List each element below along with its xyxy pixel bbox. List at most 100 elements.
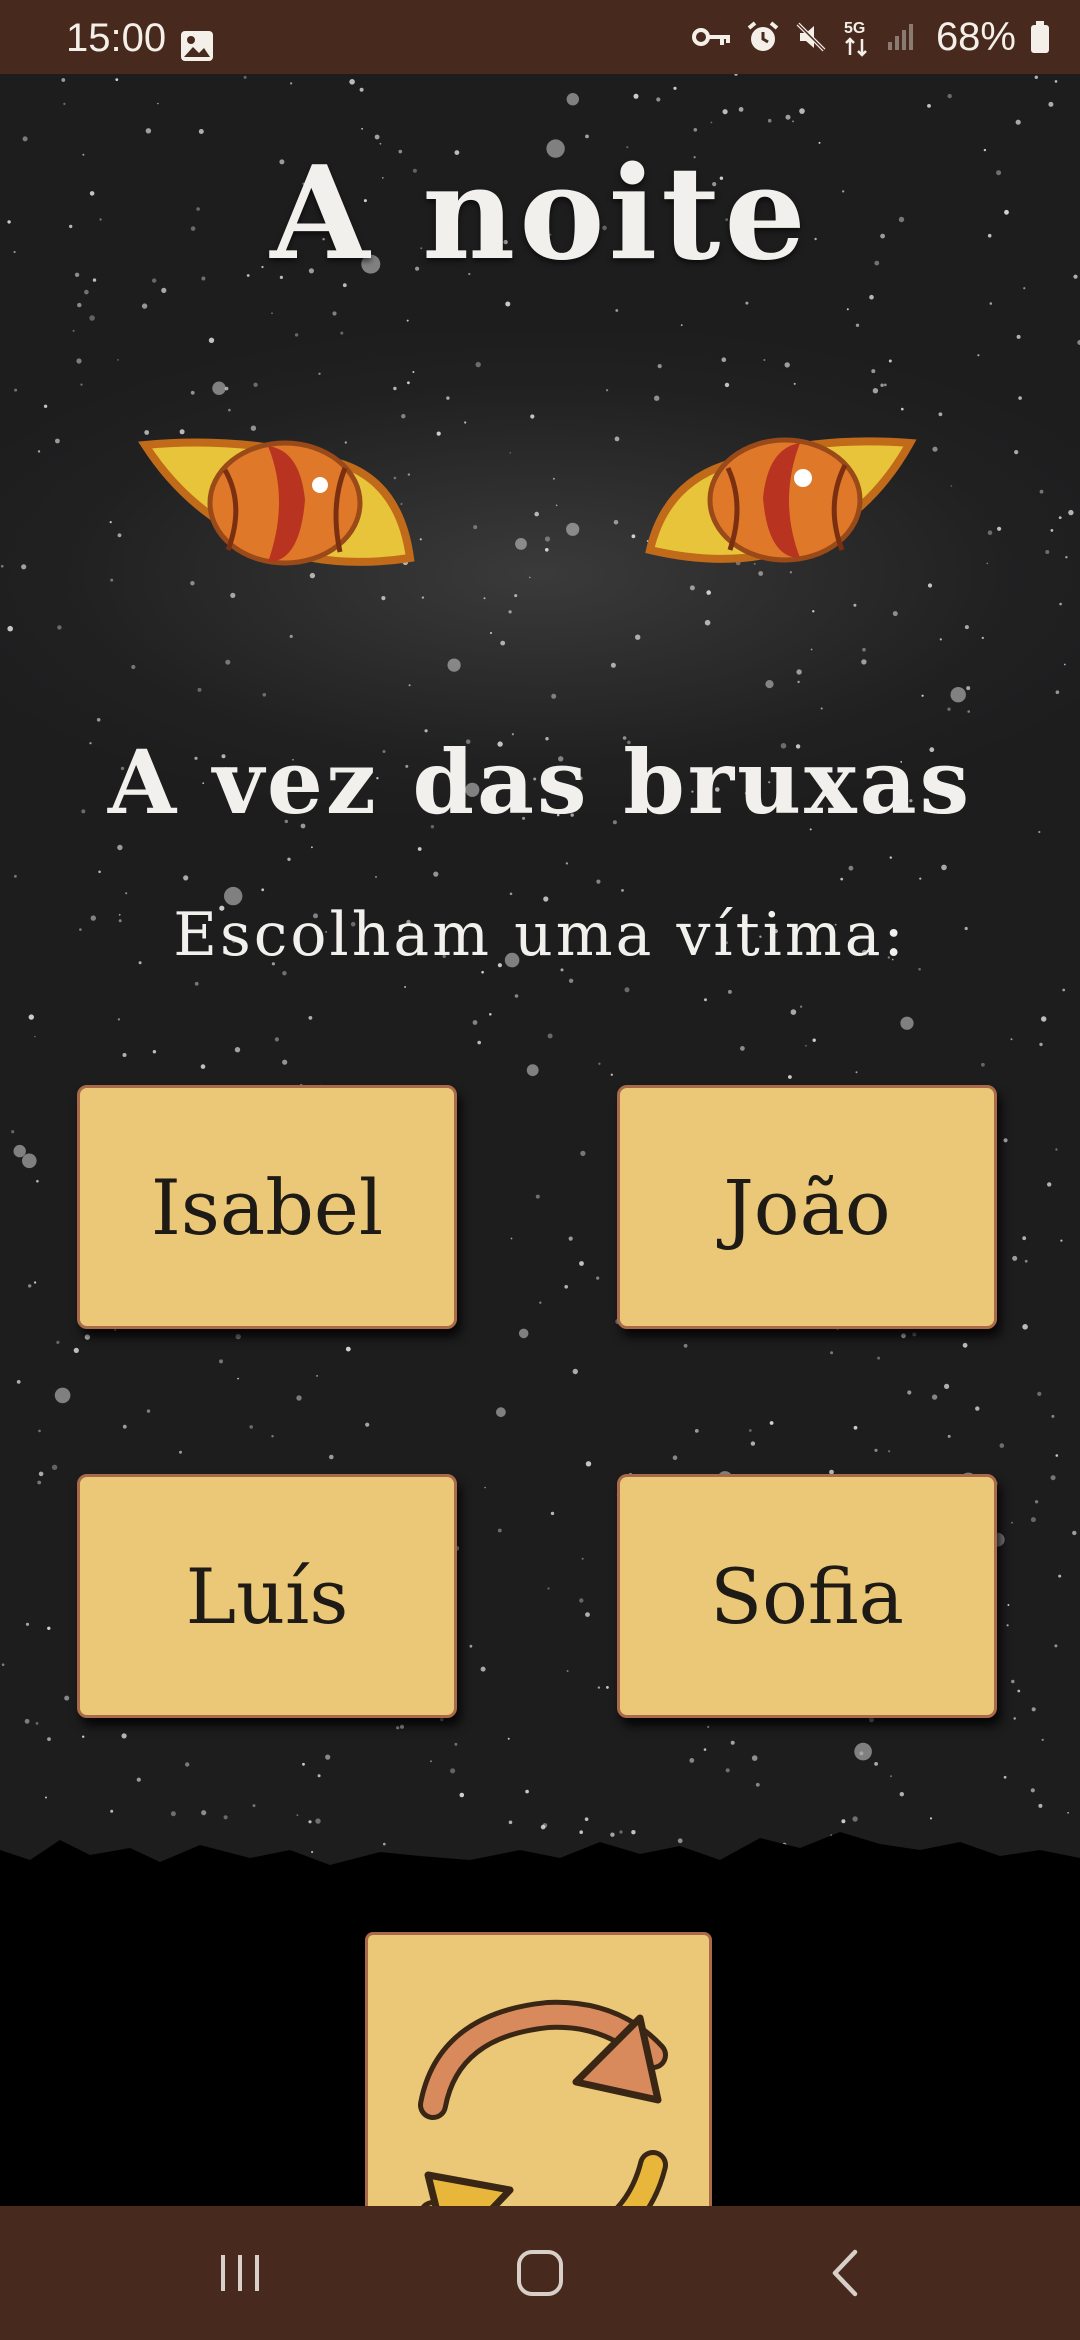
star <box>693 128 698 132</box>
star <box>34 1281 37 1284</box>
star <box>964 625 969 630</box>
back-button[interactable] <box>745 2206 945 2340</box>
star <box>36 1179 39 1183</box>
star <box>34 1035 36 1038</box>
star <box>941 864 947 871</box>
star <box>235 1333 241 1340</box>
star <box>785 114 791 120</box>
star <box>117 1018 120 1021</box>
star <box>56 1340 60 1344</box>
star <box>1022 1236 1027 1241</box>
star <box>854 1742 872 1761</box>
star <box>161 287 167 293</box>
recents-button[interactable] <box>140 2206 340 2340</box>
star <box>769 1421 774 1425</box>
star <box>252 1804 256 1808</box>
star <box>566 1670 569 1672</box>
star <box>47 1626 51 1631</box>
star <box>927 104 931 108</box>
star <box>219 1359 223 1364</box>
star <box>921 694 924 697</box>
star <box>51 1464 58 1471</box>
star <box>889 856 892 859</box>
left-eye <box>138 438 415 566</box>
star <box>1015 119 1021 125</box>
star <box>610 662 616 668</box>
star <box>359 87 364 92</box>
star <box>92 278 97 282</box>
status-time: 15:00 <box>66 16 167 60</box>
star <box>170 1811 176 1817</box>
star <box>1030 1788 1035 1793</box>
star <box>496 1407 506 1418</box>
player-name: Luís <box>185 1551 349 1641</box>
star <box>818 141 821 144</box>
star <box>481 970 484 974</box>
star <box>689 1758 695 1763</box>
player-button-sofia[interactable]: Sofia <box>617 1474 997 1718</box>
star <box>345 1346 351 1352</box>
star <box>907 1390 912 1395</box>
player-button-luis[interactable]: Luís <box>77 1474 457 1718</box>
star <box>704 998 707 1002</box>
star <box>329 1454 334 1460</box>
star <box>1050 1475 1056 1481</box>
star <box>855 1071 858 1074</box>
star <box>931 1394 938 1400</box>
battery-level: 68% <box>935 14 1016 59</box>
star <box>1063 663 1066 666</box>
star <box>673 86 677 90</box>
star <box>740 1046 745 1051</box>
star <box>400 1724 404 1729</box>
star <box>748 1429 752 1432</box>
star <box>197 687 202 692</box>
star <box>510 1237 513 1240</box>
star <box>22 1153 37 1169</box>
star <box>796 669 802 675</box>
star <box>1031 1707 1036 1712</box>
star <box>919 877 922 880</box>
star <box>672 1455 678 1460</box>
star <box>1041 1016 1047 1022</box>
star <box>1041 1738 1044 1741</box>
home-button[interactable] <box>440 2206 640 2340</box>
star <box>1060 1239 1063 1242</box>
star <box>484 1486 486 1489</box>
star <box>810 648 813 651</box>
star <box>738 107 744 112</box>
star <box>694 1429 699 1433</box>
player-button-isabel[interactable]: Isabel <box>77 1085 457 1329</box>
star <box>939 638 942 641</box>
star <box>572 1368 578 1375</box>
star <box>146 1409 151 1413</box>
battery-icon <box>1031 21 1049 53</box>
star <box>730 1740 735 1745</box>
star <box>1062 988 1066 992</box>
star <box>707 1725 710 1728</box>
star <box>316 1375 318 1377</box>
right-eye <box>645 437 917 563</box>
home-icon <box>517 2250 563 2296</box>
star <box>853 1425 858 1430</box>
star <box>64 1695 70 1701</box>
star <box>621 889 624 892</box>
player-name: João <box>723 1162 891 1252</box>
star <box>734 74 738 76</box>
star <box>1010 1038 1013 1041</box>
star <box>704 619 711 626</box>
player-button-joao[interactable]: João <box>617 1085 997 1329</box>
star <box>115 78 119 81</box>
star <box>1054 1644 1058 1648</box>
star <box>472 1020 478 1025</box>
star <box>7 625 13 632</box>
star <box>302 1762 305 1766</box>
star <box>1058 1574 1062 1578</box>
star <box>396 1726 400 1730</box>
star <box>1006 1624 1009 1627</box>
star <box>450 1768 456 1774</box>
star <box>157 102 159 105</box>
star <box>152 278 157 283</box>
star <box>848 865 854 871</box>
star <box>710 121 713 124</box>
witch-eyes-illustration <box>138 437 917 566</box>
